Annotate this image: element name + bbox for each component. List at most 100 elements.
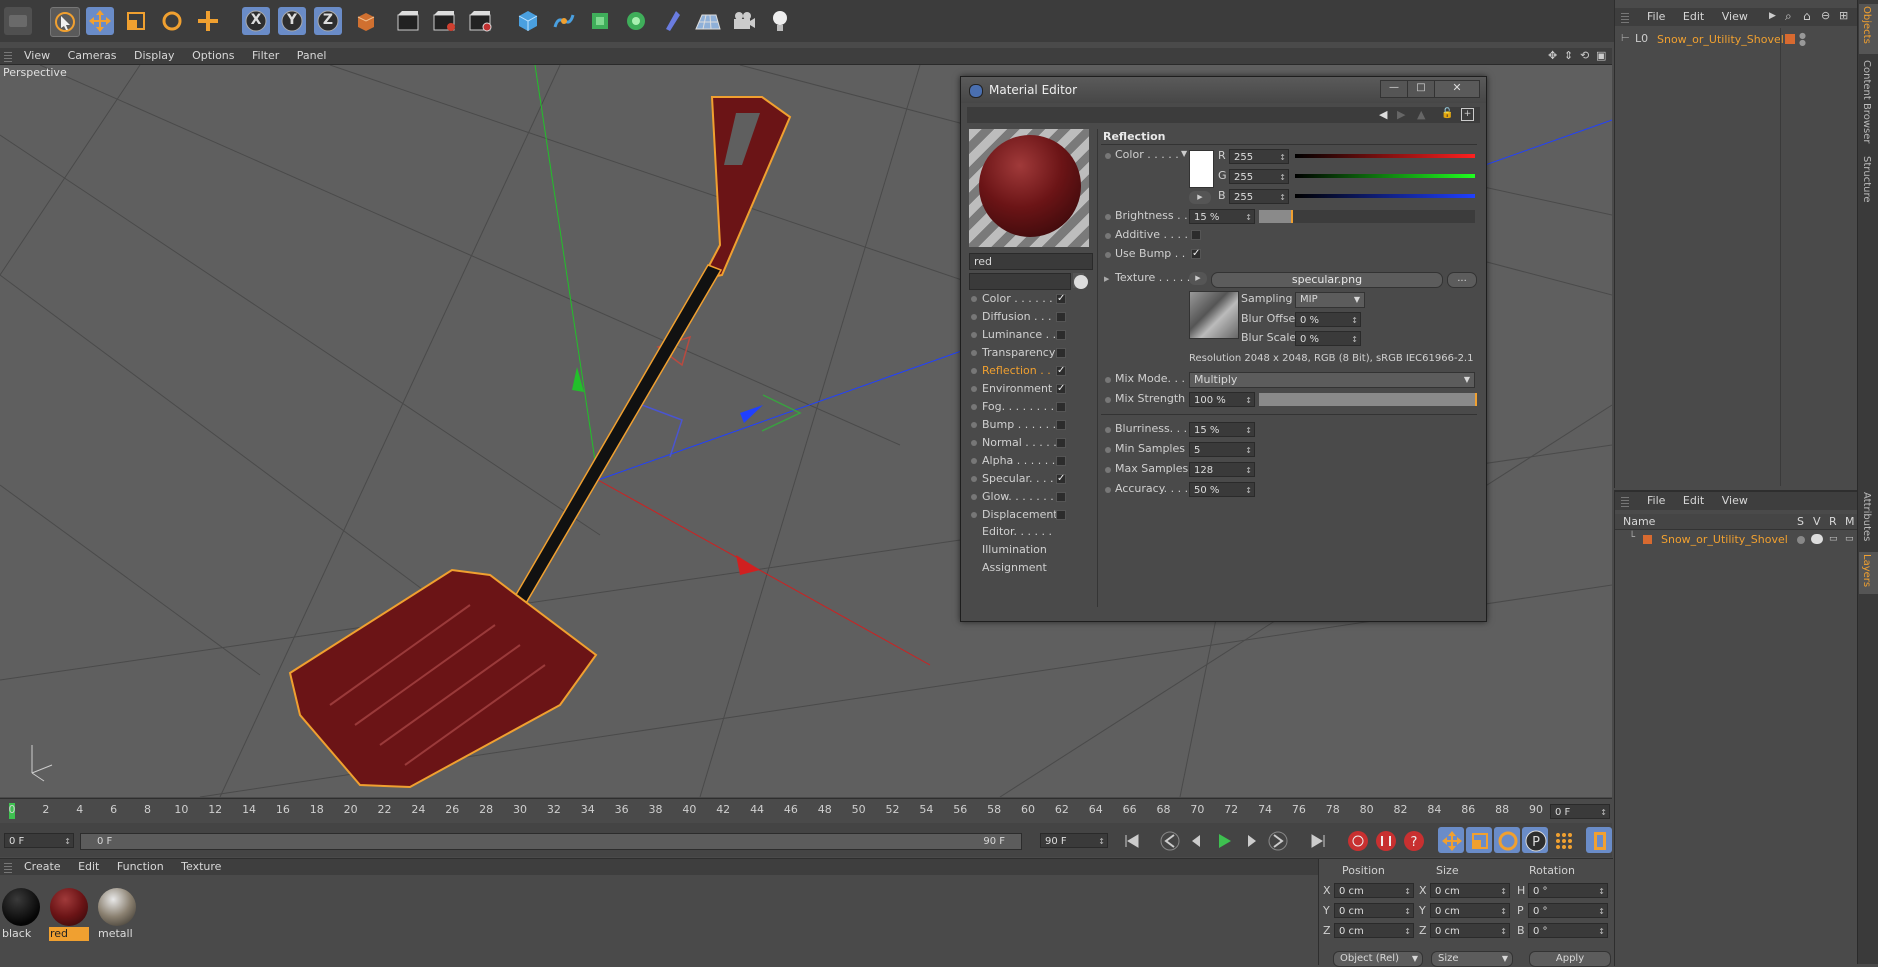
menu-edit[interactable]: Edit — [78, 860, 99, 873]
layer-object-name[interactable]: Snow_or_Utility_Shovel — [1661, 533, 1788, 546]
coordinate-mode-select[interactable]: Object (Rel) ▼ — [1333, 951, 1423, 967]
blur-scale-field[interactable]: 0 % — [1295, 331, 1361, 347]
size-y-field[interactable]: 0 cm — [1430, 903, 1510, 919]
channel-row[interactable]: Transparency — [969, 345, 1089, 361]
material-name-field[interactable]: red — [969, 253, 1093, 270]
brightness-slider[interactable] — [1259, 210, 1475, 223]
menu-panel[interactable]: Panel — [297, 49, 327, 62]
menu-view[interactable]: View — [24, 49, 50, 62]
start-frame-field[interactable]: 0 F — [4, 833, 74, 849]
assign-icon[interactable] — [1074, 275, 1088, 289]
dolly-icon[interactable]: ⇕ — [1564, 49, 1573, 62]
material-thumb-metall[interactable]: metall — [97, 887, 137, 943]
blurriness-field[interactable]: 15 % — [1189, 422, 1255, 438]
channel-row[interactable]: Alpha . . . . . . — [969, 453, 1089, 469]
col-m[interactable]: M — [1845, 515, 1855, 528]
new-window-icon[interactable]: + — [1461, 108, 1474, 121]
home-icon[interactable]: ⌂ — [1803, 9, 1811, 23]
channel-extra[interactable]: Assignment — [982, 561, 1047, 574]
g-field[interactable]: 255 — [1229, 169, 1289, 185]
add-icon[interactable] — [194, 7, 222, 35]
brightness-anim-dot[interactable] — [1105, 214, 1111, 220]
blur-offset-field[interactable]: 0 % — [1295, 312, 1361, 328]
menu-file[interactable]: File — [1647, 10, 1665, 23]
channel-row[interactable]: Glow. . . . . . . — [969, 489, 1089, 505]
search-icon[interactable]: ⌕ — [1785, 9, 1792, 24]
channel-row[interactable]: Diffusion . . . — [969, 309, 1089, 325]
deformer-icon[interactable] — [658, 7, 686, 35]
channel-checkbox[interactable] — [1056, 402, 1066, 412]
max-samples-field[interactable]: 128 — [1189, 462, 1255, 478]
rot-b-field[interactable]: 0 ° — [1528, 923, 1608, 939]
menu-create[interactable]: Create — [24, 860, 61, 873]
channel-checkbox[interactable]: ✓ — [1056, 366, 1066, 376]
texture-more-button[interactable]: ... — [1447, 272, 1477, 288]
tab-objects[interactable]: Objects — [1859, 4, 1878, 54]
more-icon[interactable]: ▶ — [1769, 11, 1776, 21]
apply-button[interactable]: Apply — [1529, 951, 1611, 967]
b-field[interactable]: 255 — [1229, 189, 1289, 205]
material-thumb-black[interactable]: black — [1, 887, 41, 943]
move-icon[interactable] — [86, 7, 114, 35]
solo-dot-icon[interactable] — [1797, 536, 1805, 544]
pos-y-field[interactable]: 0 cm — [1334, 903, 1414, 919]
menu-function[interactable]: Function — [117, 860, 164, 873]
material-preview[interactable] — [969, 129, 1089, 247]
pos-z-field[interactable]: 0 cm — [1334, 923, 1414, 939]
object-name[interactable]: Snow_or_Utility_Shovel — [1657, 33, 1784, 46]
col-name[interactable]: Name — [1623, 515, 1655, 528]
render-picture-icon[interactable] — [430, 7, 458, 35]
help-key-icon[interactable]: ? — [1400, 827, 1426, 853]
go-to-end-icon[interactable] — [1304, 827, 1330, 853]
menu-edit[interactable]: Edit — [1683, 494, 1704, 507]
color-swatch[interactable] — [1189, 150, 1214, 188]
channel-checkbox[interactable] — [1056, 330, 1066, 340]
timeline-window-icon[interactable] — [1586, 827, 1612, 853]
nav-up-icon[interactable]: ▲ — [1417, 108, 1425, 121]
channel-checkbox[interactable] — [1056, 510, 1066, 520]
layer-row[interactable]: └ Snow_or_Utility_Shovel ▭ ▭ — [1615, 532, 1857, 548]
coord-system-icon[interactable] — [352, 7, 380, 35]
channel-checkbox[interactable]: ✓ — [1056, 384, 1066, 394]
rotate-icon[interactable] — [158, 7, 186, 35]
record-icon[interactable] — [1344, 827, 1370, 853]
prev-frame-icon[interactable] — [1182, 827, 1208, 853]
min-samples-anim-dot[interactable] — [1105, 447, 1111, 453]
menu-options[interactable]: Options — [192, 49, 234, 62]
camera-icon[interactable] — [730, 7, 758, 35]
tab-attributes[interactable]: Attributes — [1859, 490, 1878, 550]
col-r[interactable]: R — [1829, 515, 1837, 528]
lock-layer-icon[interactable]: ▭ — [1845, 534, 1854, 544]
object-row[interactable]: ⊢ L0 Snow_or_Utility_Shovel ● ● — [1615, 32, 1857, 48]
mix-mode-anim-dot[interactable] — [1105, 377, 1111, 383]
sampling-select[interactable]: MIP ▼ — [1295, 292, 1365, 308]
nav-back-icon[interactable]: ◀ — [1379, 108, 1387, 121]
texture-expand-icon[interactable]: ▶ — [1104, 275, 1109, 283]
brightness-field[interactable]: 15 % — [1189, 209, 1255, 225]
mix-strength-field[interactable]: 100 % — [1189, 392, 1255, 408]
r-slider[interactable] — [1295, 154, 1475, 158]
tab-structure[interactable]: Structure — [1859, 154, 1878, 212]
additive-anim-dot[interactable] — [1105, 233, 1111, 239]
close-button[interactable]: ✕ — [1434, 80, 1480, 98]
channel-row[interactable]: Luminance . . — [969, 327, 1089, 343]
light-icon[interactable] — [766, 7, 794, 35]
scale-icon[interactable] — [122, 7, 150, 35]
size-mode-select[interactable]: Size ▼ — [1431, 951, 1513, 967]
size-z-field[interactable]: 0 cm — [1430, 923, 1510, 939]
channel-row[interactable]: Color . . . . . . ✓ — [969, 291, 1089, 307]
minimize-button[interactable]: — — [1380, 80, 1408, 98]
color-anim-dot[interactable] — [1105, 153, 1111, 159]
prev-key-icon[interactable] — [1156, 827, 1182, 853]
channel-row[interactable]: Reflection . . ✓ — [969, 363, 1089, 379]
next-frame-icon[interactable] — [1238, 827, 1264, 853]
use-bump-anim-dot[interactable] — [1105, 252, 1111, 258]
tab-content-browser[interactable]: Content Browser — [1859, 58, 1878, 150]
material-tag-icon[interactable] — [1785, 34, 1795, 44]
channel-checkbox[interactable] — [1056, 420, 1066, 430]
channel-row[interactable]: Fog. . . . . . . . — [969, 399, 1089, 415]
accuracy-anim-dot[interactable] — [1105, 487, 1111, 493]
orbit-icon[interactable]: ⟲ — [1580, 49, 1589, 62]
cube-icon[interactable] — [514, 7, 542, 35]
z-axis-icon[interactable]: Z — [314, 7, 342, 35]
